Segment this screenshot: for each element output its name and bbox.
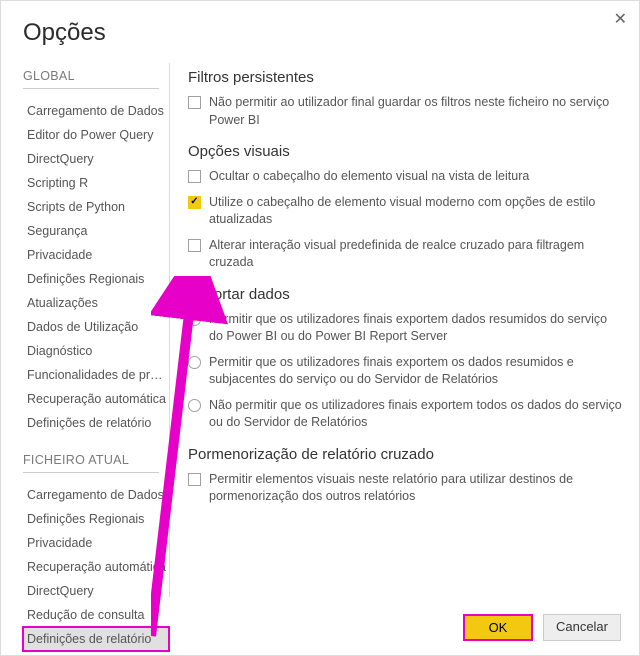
heading-visual-options: Opções visuais [188,143,623,160]
sidebar-item-regional[interactable]: Definições Regionais [23,267,169,291]
sidebar: GLOBAL Carregamento de Dados Editor do P… [1,63,169,597]
checkbox-modern-header[interactable] [188,196,201,209]
sidebar-item-file-data-load[interactable]: Carregamento de Dados [23,483,169,507]
sidebar-item-usage-data[interactable]: Dados de Utilização [23,315,169,339]
label-cross-filter: Alterar interação visual predefinida de … [209,237,623,272]
label-export-none: Não permitir que os utilizadores finais … [209,397,623,432]
close-icon[interactable]: ✕ [614,9,627,29]
sidebar-item-power-query[interactable]: Editor do Power Query [23,123,169,147]
label-export-summarized: Permitir que os utilizadores finais expo… [209,311,623,346]
sidebar-item-r-scripting[interactable]: Scripting R [23,171,169,195]
sidebar-global-list: Carregamento de Dados Editor do Power Qu… [23,99,169,435]
label-hide-header: Ocultar o cabeçalho do elemento visual n… [209,168,529,186]
sidebar-item-file-report-settings[interactable]: Definições de relatório [23,627,169,651]
checkbox-cross-drill[interactable] [188,473,201,486]
radio-export-underlying[interactable] [188,356,201,369]
settings-content: Filtros persistentes Não permitir ao uti… [170,63,639,597]
sidebar-item-file-directquery[interactable]: DirectQuery [23,579,169,603]
cancel-button[interactable]: Cancelar [543,614,621,641]
ok-button[interactable]: OK [463,614,533,641]
sidebar-item-file-query-reduction[interactable]: Redução de consulta [23,603,169,627]
sidebar-item-file-regional[interactable]: Definições Regionais [23,507,169,531]
sidebar-item-diagnostics[interactable]: Diagnóstico [23,339,169,363]
radio-export-none[interactable] [188,399,201,412]
sidebar-item-preview-features[interactable]: Funcionalidades de pr… [23,363,169,387]
heading-export-data: Exportar dados [188,286,623,303]
sidebar-item-python-scripts[interactable]: Scripts de Python [23,195,169,219]
sidebar-item-data-load[interactable]: Carregamento de Dados [23,99,169,123]
sidebar-item-updates[interactable]: Atualizações [23,291,169,315]
sidebar-item-report-settings[interactable]: Definições de relatório [23,411,169,435]
checkbox-cross-filter[interactable] [188,239,201,252]
radio-export-summarized[interactable] [188,313,201,326]
dialog-footer: OK Cancelar [463,614,621,641]
label-persistent-filters: Não permitir ao utilizador final guardar… [209,94,623,129]
sidebar-section-current-file: FICHEIRO ATUAL [23,453,159,473]
sidebar-item-privacy[interactable]: Privacidade [23,243,169,267]
sidebar-item-auto-recovery[interactable]: Recuperação automática [23,387,169,411]
checkbox-persistent-filters[interactable] [188,96,201,109]
sidebar-file-list: Carregamento de Dados Definições Regiona… [23,483,169,651]
sidebar-section-global: GLOBAL [23,69,159,89]
sidebar-item-file-privacy[interactable]: Privacidade [23,531,169,555]
label-cross-drill: Permitir elementos visuais neste relatór… [209,471,623,506]
label-modern-header: Utilize o cabeçalho de elemento visual m… [209,194,623,229]
sidebar-item-file-auto-recovery[interactable]: Recuperação automática [23,555,169,579]
label-export-underlying: Permitir que os utilizadores finais expo… [209,354,623,389]
dialog-title: Opções [1,1,639,63]
heading-cross-drill: Pormenorização de relatório cruzado [188,446,623,463]
heading-persistent-filters: Filtros persistentes [188,69,623,86]
sidebar-item-security[interactable]: Segurança [23,219,169,243]
checkbox-hide-header[interactable] [188,170,201,183]
sidebar-item-directquery[interactable]: DirectQuery [23,147,169,171]
